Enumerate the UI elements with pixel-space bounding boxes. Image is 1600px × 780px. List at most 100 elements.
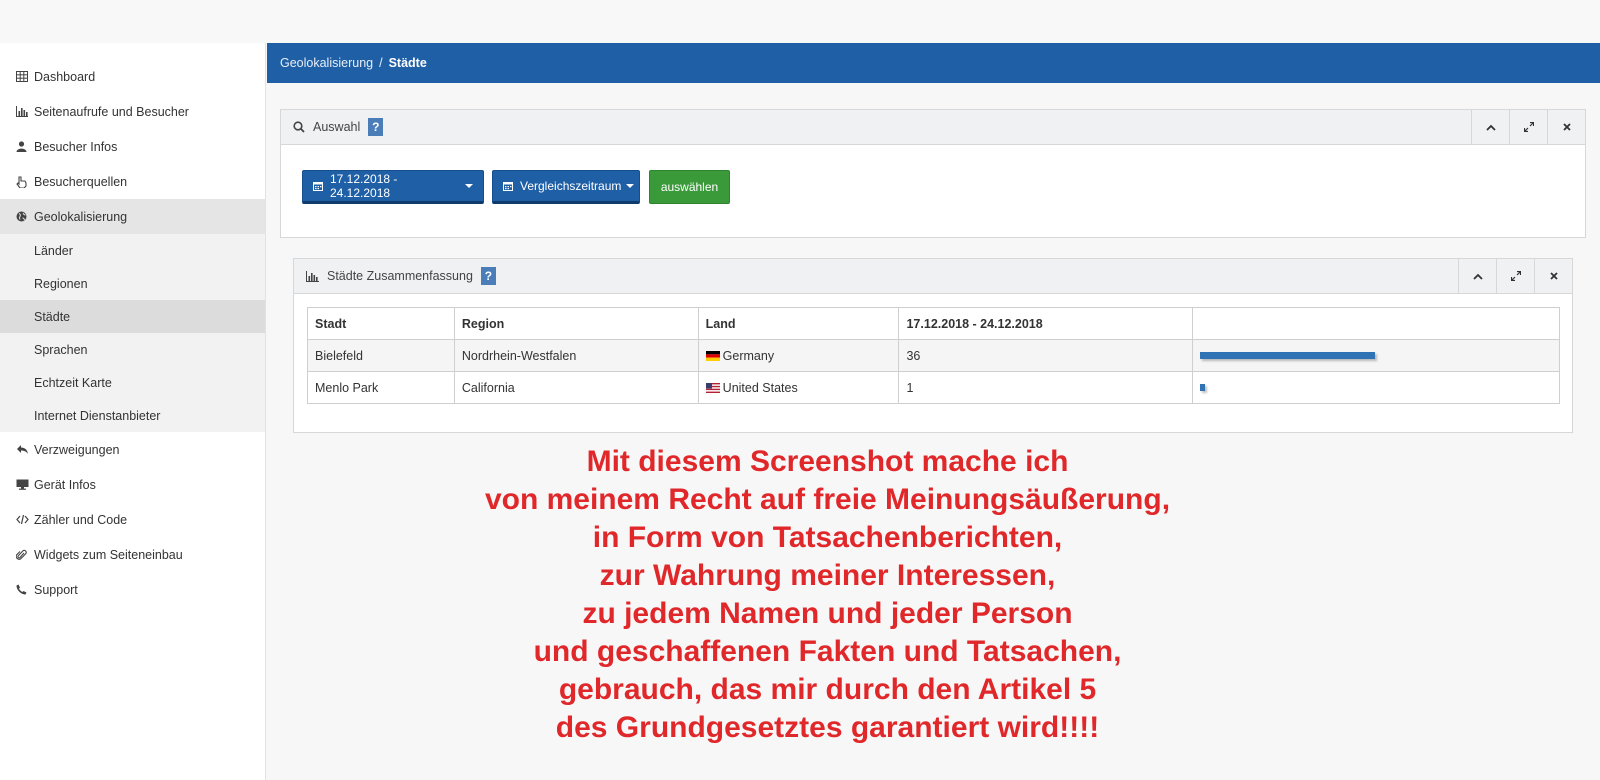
compare-period-label: Vergleichszeitraum: [520, 179, 622, 193]
table-header-row: Stadt Region Land 17.12.2018 - 24.12.201…: [307, 307, 1560, 340]
sidebar-item-seitenaufrufe[interactable]: Seitenaufrufe und Besucher: [0, 94, 265, 129]
sidebar-subitem-laender[interactable]: Länder: [0, 234, 265, 267]
sidebar-subitem-label: Internet Dienstanbieter: [34, 408, 161, 423]
expand-icon: [1523, 122, 1534, 132]
help-button[interactable]: ?: [480, 267, 496, 285]
cell-land-label: Germany: [722, 348, 775, 363]
cell-land: United States: [697, 371, 900, 404]
user-icon: [16, 141, 34, 152]
search-icon: [293, 121, 305, 133]
overlay-statement: Mit diesem Screenshot mache ich von mein…: [400, 443, 1255, 747]
sidebar-item-label: Dashboard: [34, 69, 96, 84]
sidebar-item-besucherquellen[interactable]: Besucherquellen: [0, 164, 265, 199]
sidebar-item-label: Gerät Infos: [34, 477, 96, 492]
summary-panel-title: Städte Zusammenfassung: [327, 269, 473, 283]
usa-flag-icon: [705, 382, 720, 393]
sidebar-item-zaehler-code[interactable]: Zähler und Code: [0, 502, 265, 537]
sidebar-subitem-regionen[interactable]: Regionen: [0, 267, 265, 300]
breadcrumb-current: Städte: [388, 56, 427, 70]
cell-bar: [1192, 339, 1560, 372]
cell-region: California: [453, 371, 699, 404]
sidebar-item-geolokalisierung[interactable]: Geolokalisierung: [0, 199, 265, 234]
sidebar-item-dashboard[interactable]: Dashboard: [0, 59, 265, 94]
table-row: Bielefeld Nordrhein-Westfalen Germany 36: [307, 339, 1560, 372]
column-header-region[interactable]: Region: [453, 307, 699, 340]
sidebar-item-label: Geolokalisierung: [34, 209, 128, 224]
breadcrumb-parent-link[interactable]: Geolokalisierung: [280, 56, 373, 70]
sidebar-item-support[interactable]: Support: [0, 572, 265, 607]
reply-all-icon: [16, 444, 34, 455]
close-button[interactable]: [1534, 259, 1572, 293]
cell-region: Nordrhein-Westfalen: [453, 339, 699, 372]
cell-stadt: Menlo Park: [307, 371, 455, 404]
overlay-line: von meinem Recht auf freie Meinungsäußer…: [484, 483, 1171, 516]
sidebar-item-widgets[interactable]: Widgets zum Seiteneinbau: [0, 537, 265, 572]
sidebar-subitem-label: Regionen: [34, 276, 88, 291]
breadcrumb: Geolokalisierung / Städte: [267, 43, 1600, 83]
date-range-button[interactable]: 17.12.2018 - 24.12.2018: [302, 170, 484, 204]
count-bar: [1200, 352, 1376, 359]
expand-button[interactable]: [1496, 259, 1534, 293]
bar-chart-icon: [306, 270, 319, 282]
column-header-land[interactable]: Land: [697, 307, 900, 340]
sidebar-subitem-echtzeit-karte[interactable]: Echtzeit Karte: [0, 366, 265, 399]
staedte-summary-panel: Städte Zusammenfassung ? Stadt Region La…: [293, 258, 1573, 433]
sidebar-item-label: Zähler und Code: [34, 512, 128, 527]
sidebar-item-label: Widgets zum Seiteneinbau: [34, 547, 183, 562]
auswahl-panel-header: Auswahl ?: [281, 110, 1585, 145]
column-header-stadt[interactable]: Stadt: [307, 307, 455, 340]
sidebar-subitem-label: Sprachen: [34, 342, 88, 357]
sidebar-subitem-internet-dienstanbieter[interactable]: Internet Dienstanbieter: [0, 399, 265, 432]
sidebar-item-verzweigungen[interactable]: Verzweigungen: [0, 432, 265, 467]
auswahl-panel-title: Auswahl: [313, 120, 361, 134]
sidebar-subitem-staedte[interactable]: Städte: [0, 300, 265, 333]
cell-land-label: United States: [722, 380, 798, 395]
cell-land: Germany: [697, 339, 900, 372]
code-icon: [16, 514, 34, 525]
overlay-line: Mit diesem Screenshot mache ich: [586, 445, 1069, 478]
close-icon: [1549, 272, 1558, 280]
column-header-period[interactable]: 17.12.2018 - 24.12.2018: [898, 307, 1194, 340]
caret-down-icon: [626, 184, 635, 188]
cell-count: 36: [898, 339, 1194, 372]
expand-button[interactable]: [1509, 110, 1547, 144]
chevron-up-icon: [1485, 124, 1496, 131]
cell-stadt: Bielefeld: [307, 339, 455, 372]
caret-down-icon: [465, 184, 473, 188]
close-button[interactable]: [1547, 110, 1585, 144]
expand-icon: [1510, 271, 1521, 281]
phone-icon: [16, 584, 34, 595]
paperclip-icon: [16, 549, 34, 561]
help-button[interactable]: ?: [368, 118, 384, 136]
germany-flag-icon: [705, 350, 720, 361]
date-range-label: 17.12.2018 - 24.12.2018: [330, 172, 398, 200]
hand-pointer-icon: [16, 175, 34, 188]
sidebar-item-label: Besucher Infos: [34, 139, 118, 154]
bar-chart-icon: [16, 106, 34, 117]
overlay-line: gebrauch, das mir durch den Artikel 5: [558, 673, 1097, 706]
summary-panel-header: Städte Zusammenfassung ?: [294, 259, 1572, 294]
breadcrumb-separator: /: [379, 56, 383, 70]
table-icon: [16, 71, 34, 82]
collapse-button[interactable]: [1471, 110, 1509, 144]
sidebar-item-besucher-infos[interactable]: Besucher Infos: [0, 129, 265, 164]
count-bar: [1200, 384, 1206, 391]
sidebar-item-label: Besucherquellen: [34, 174, 128, 189]
sidebar-item-geraet-infos[interactable]: Gerät Infos: [0, 467, 265, 502]
sidebar-subitem-label: Echtzeit Karte: [34, 375, 112, 390]
column-header-bar: [1192, 307, 1560, 340]
compare-period-button[interactable]: Vergleichszeitraum: [492, 170, 640, 204]
overlay-line: zu jedem Namen und jeder Person: [582, 597, 1073, 630]
select-button[interactable]: auswählen: [649, 170, 730, 204]
top-bar: [0, 0, 1600, 43]
globe-icon: [16, 211, 34, 222]
cell-count: 1: [898, 371, 1194, 404]
chevron-up-icon: [1472, 273, 1483, 280]
overlay-line: und geschaffenen Fakten und Tatsachen,: [533, 635, 1122, 668]
collapse-button[interactable]: [1458, 259, 1496, 293]
sidebar-subitem-sprachen[interactable]: Sprachen: [0, 333, 265, 366]
table-row: Menlo Park California United States 1: [307, 371, 1560, 404]
sidebar-item-label: Seitenaufrufe und Besucher: [34, 104, 189, 119]
sidebar-subitem-label: Länder: [34, 243, 73, 258]
cell-bar: [1192, 371, 1560, 404]
